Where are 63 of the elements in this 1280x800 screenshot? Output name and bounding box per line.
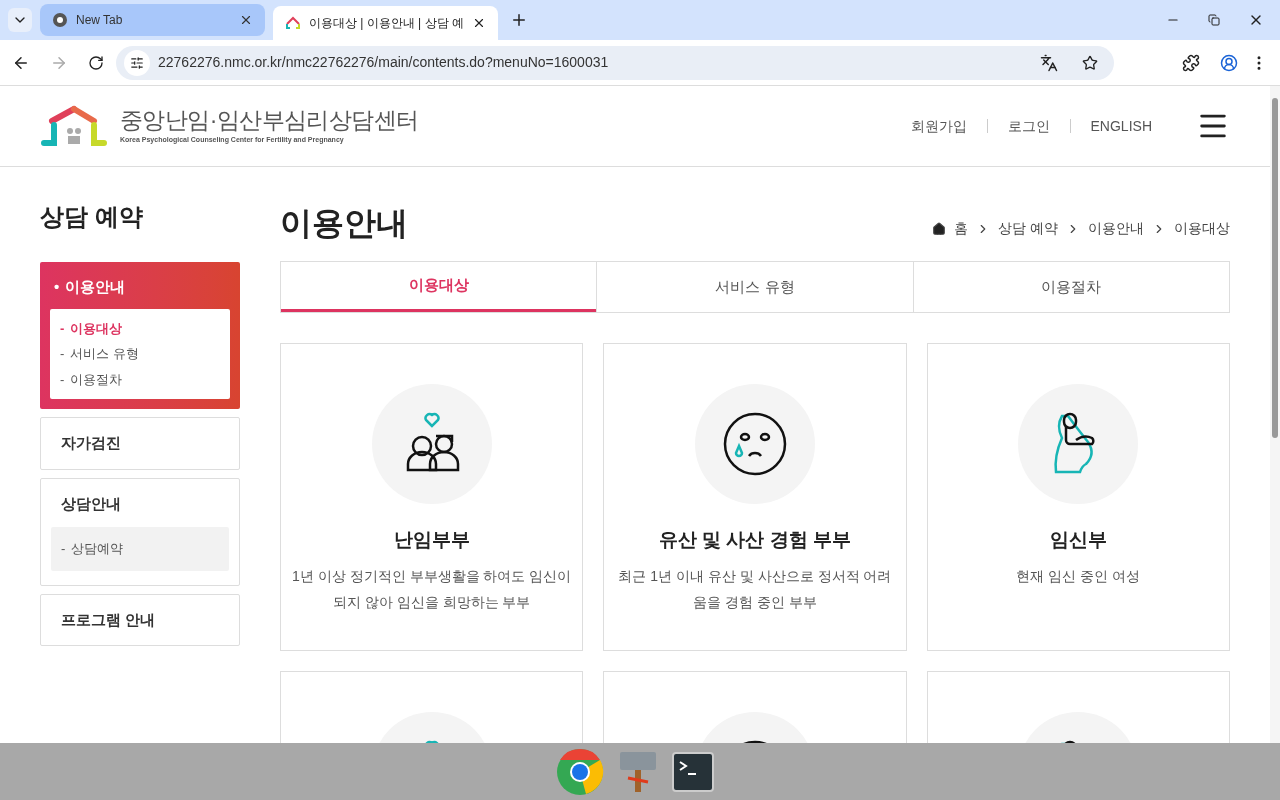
- url-text: 22762276.nmc.or.kr/nmc22762276/main/contents.do?menuNo=1600031: [158, 53, 610, 72]
- breadcrumb-link[interactable]: 이용대상: [1174, 218, 1230, 239]
- dash-marker: -: [60, 370, 65, 389]
- card-description: 1년 이상 정기적인 부부생활을 하여도 임신이 되지 않아 임신을 희망하는 부부: [291, 566, 573, 612]
- subitem-label: 이용절차: [70, 370, 123, 389]
- sidebar-subitem[interactable]: - 이용대상: [60, 318, 220, 338]
- bookmark-icon[interactable]: [1082, 54, 1098, 71]
- address-bar[interactable]: 22762276.nmc.or.kr/nmc22762276/main/contents.do?menuNo=1600031: [116, 45, 1114, 80]
- dash-marker: -: [60, 319, 65, 338]
- browser-tab[interactable]: New Tab: [40, 4, 265, 36]
- breadcrumb-link[interactable]: 홈: [954, 218, 969, 239]
- sidebar-label: 자가검진: [61, 433, 121, 453]
- content-tab[interactable]: 이용절차: [912, 262, 1229, 312]
- header-link[interactable]: 로그인: [1007, 115, 1050, 137]
- sidebar-item[interactable]: 자가검진: [51, 432, 229, 455]
- new-tab-icon[interactable]: [510, 11, 528, 29]
- sidebar-item[interactable]: 프로그램 안내: [51, 608, 229, 631]
- terminal-icon[interactable]: [672, 751, 714, 792]
- close-icon[interactable]: [472, 16, 486, 30]
- subitem-label: 이용대상: [70, 319, 123, 338]
- tab-title: 이용대상 | 이용안내 | 상담 예: [309, 15, 464, 32]
- header-link[interactable]: 회원가입: [910, 115, 967, 137]
- sidebar-item[interactable]: 상담안내: [51, 492, 229, 515]
- breadcrumb-link[interactable]: 상담 예약: [998, 218, 1058, 239]
- dash-marker: -: [60, 345, 65, 363]
- sidebar-label: 프로그램 안내: [61, 609, 156, 630]
- tab-list-button[interactable]: [8, 8, 32, 32]
- content-tab[interactable]: 서비스 유형: [596, 262, 913, 312]
- chrome-icon: [52, 12, 68, 28]
- sidebar-item[interactable]: • 이용안내: [50, 276, 230, 309]
- breadcrumb-link[interactable]: 이용안내: [1088, 218, 1144, 239]
- card-description: 최근 1년 이내 유산 및 사산으로 정서적 어려움을 경험 중인 부부: [617, 566, 893, 612]
- card-description: 현재 임신 중인 여성: [1015, 566, 1142, 586]
- sidebar-label: 상담안내: [61, 493, 121, 514]
- card-title: 유산 및 사산 경험 부부: [658, 528, 852, 552]
- sidebar-subitem[interactable]: - 이용절차: [60, 369, 220, 389]
- extensions-icon[interactable]: [1182, 53, 1200, 72]
- page-title: 이용안내: [280, 204, 408, 243]
- house-logo-icon: [285, 16, 301, 30]
- subitem-label: 서비스 유형: [70, 345, 139, 363]
- card-title: 난임부부: [393, 528, 470, 552]
- sidebar-label: 이용안내: [65, 277, 126, 297]
- sidebar-title: 상담 예약: [40, 202, 144, 232]
- restore-icon[interactable]: [1208, 14, 1220, 26]
- chrome-icon[interactable]: [556, 747, 604, 796]
- sidebar-subitem[interactable]: - 서비스 유형: [60, 344, 220, 364]
- subitem-label: 상담예약: [71, 540, 124, 558]
- content-tab[interactable]: 이용대상: [281, 262, 597, 312]
- dash-marker: -: [61, 540, 66, 558]
- site-info-icon[interactable]: [130, 55, 144, 70]
- reload-icon[interactable]: [88, 54, 104, 71]
- logo-title: 중앙난임·임산부심리상담센터: [120, 106, 419, 136]
- card-title: 임신부: [1049, 528, 1107, 552]
- home-icon[interactable]: [932, 221, 947, 236]
- logo-icon: [40, 105, 108, 147]
- translate-icon[interactable]: [1040, 53, 1058, 72]
- profile-icon[interactable]: [1220, 53, 1238, 72]
- header-link[interactable]: ENGLISH: [1090, 115, 1152, 137]
- tab-title: New Tab: [76, 12, 124, 29]
- crying-face-icon: [723, 412, 787, 476]
- bullet: •: [54, 277, 60, 297]
- close-icon[interactable]: [239, 13, 253, 27]
- browser-tab[interactable]: 이용대상 | 이용안내 | 상담 예: [273, 6, 498, 40]
